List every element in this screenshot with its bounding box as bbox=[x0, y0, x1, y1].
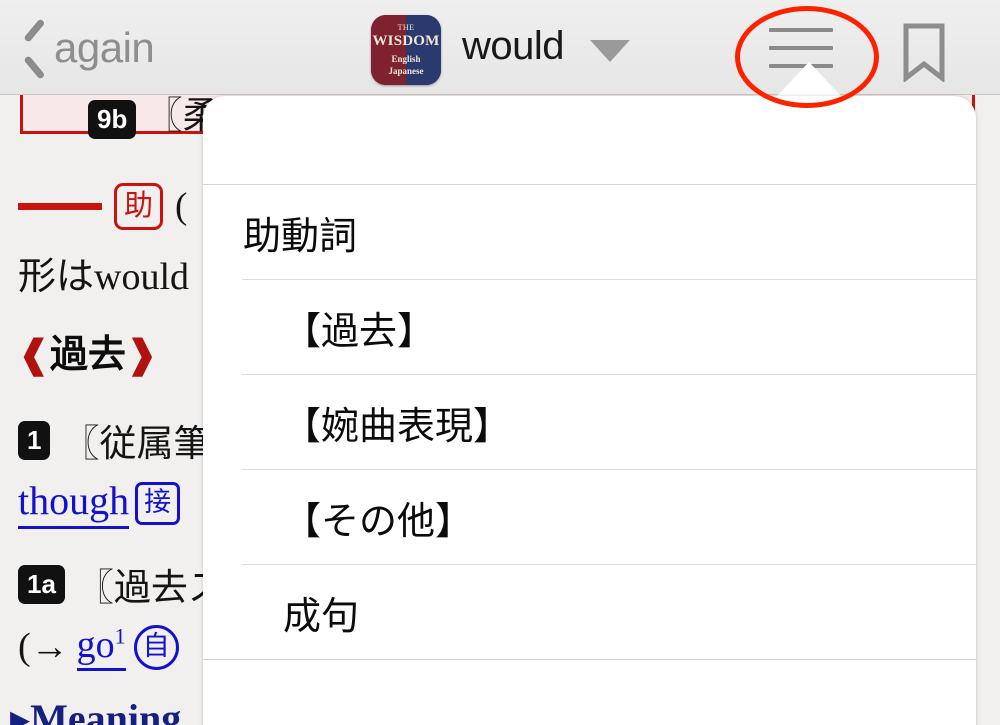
popover-bottom-spacer bbox=[203, 660, 976, 720]
chevron-left-icon bbox=[22, 25, 48, 71]
sense-1-text: 〖従属筆 bbox=[62, 424, 211, 465]
hamburger-bar bbox=[769, 28, 833, 32]
menu-item-label: 【過去】 bbox=[283, 308, 436, 353]
back-button[interactable]: again bbox=[22, 10, 155, 86]
dictionary-icon[interactable]: THE WISDOM English Japanese bbox=[371, 15, 441, 85]
dictionary-icon-line2: WISDOM bbox=[372, 33, 440, 49]
menu-item-auxiliary-verb[interactable]: 助動詞 bbox=[203, 185, 976, 279]
menu-item-label: 【婉曲表現】 bbox=[283, 403, 512, 448]
go-crossref-row[interactable]: (→ go1 自 bbox=[18, 623, 179, 671]
form-note-row: 形はwould bbox=[18, 256, 190, 298]
menu-item-past[interactable]: 【過去】 bbox=[203, 280, 976, 374]
outline-popover: 助動詞 【過去】 【婉曲表現】 【その他】 成句 bbox=[203, 96, 976, 725]
sense-badge-9b: 9b bbox=[88, 100, 137, 140]
menu-item-other[interactable]: 【その他】 bbox=[203, 470, 976, 564]
em-dash-rule bbox=[18, 203, 102, 210]
sense-1a-row: 1a 〖過去ス bbox=[18, 557, 225, 611]
section-heading-past: ❰過去❱ bbox=[18, 323, 158, 378]
go-link[interactable]: go1 bbox=[76, 623, 126, 671]
dictionary-icon-line4: Japanese bbox=[388, 66, 424, 76]
menu-item-idioms[interactable]: 成句 bbox=[203, 565, 976, 659]
heading-text: 過去 bbox=[49, 334, 126, 376]
pos-tag-intransitive: 自 bbox=[133, 624, 179, 670]
dictionary-icon-line1: THE bbox=[397, 23, 415, 32]
back-button-label: again bbox=[54, 24, 155, 71]
popover-arrow bbox=[775, 62, 843, 98]
bookmark-glyph bbox=[903, 23, 945, 84]
bookmark-icon[interactable] bbox=[898, 22, 950, 84]
aux-verb-row: 助 ( bbox=[18, 183, 187, 230]
app-root: 9b 〖柔軟品 いくぶ 助 ( 形はwould ❰過去❱ 1 〖従属筆 thou… bbox=[0, 0, 1000, 725]
dictionary-icon-line3: English bbox=[391, 54, 421, 64]
menu-item-label: 助動詞 bbox=[243, 213, 358, 258]
page-title: would bbox=[462, 24, 565, 68]
popover-top-spacer bbox=[203, 96, 976, 184]
pos-tag-auxiliary: 助 bbox=[114, 183, 164, 230]
though-word[interactable]: though bbox=[18, 477, 130, 529]
sense-badge-1: 1 bbox=[18, 420, 51, 460]
chevron-down-icon[interactable] bbox=[590, 40, 630, 62]
sense-badge-1a: 1a bbox=[18, 564, 65, 604]
menu-item-euphemism[interactable]: 【婉曲表現】 bbox=[203, 375, 976, 469]
meaning-heading: ▸Meaning bbox=[10, 696, 182, 725]
though-link-row[interactable]: though 接 bbox=[18, 477, 181, 529]
heading-bracket-close: ❱ bbox=[125, 334, 158, 376]
menu-item-label: 成句 bbox=[283, 593, 360, 638]
pos-tag-conjunction: 接 bbox=[135, 481, 181, 525]
menu-item-label: 【その他】 bbox=[283, 498, 474, 543]
navigation-bar: again THE WISDOM English Japanese would bbox=[0, 0, 1000, 95]
hamburger-bar bbox=[769, 46, 833, 50]
aux-paren: ( bbox=[175, 186, 188, 227]
sense-1-row: 1 〖従属筆 bbox=[18, 413, 210, 467]
crossref-arrow: (→ bbox=[18, 626, 69, 668]
heading-bracket-open: ❰ bbox=[18, 334, 50, 376]
